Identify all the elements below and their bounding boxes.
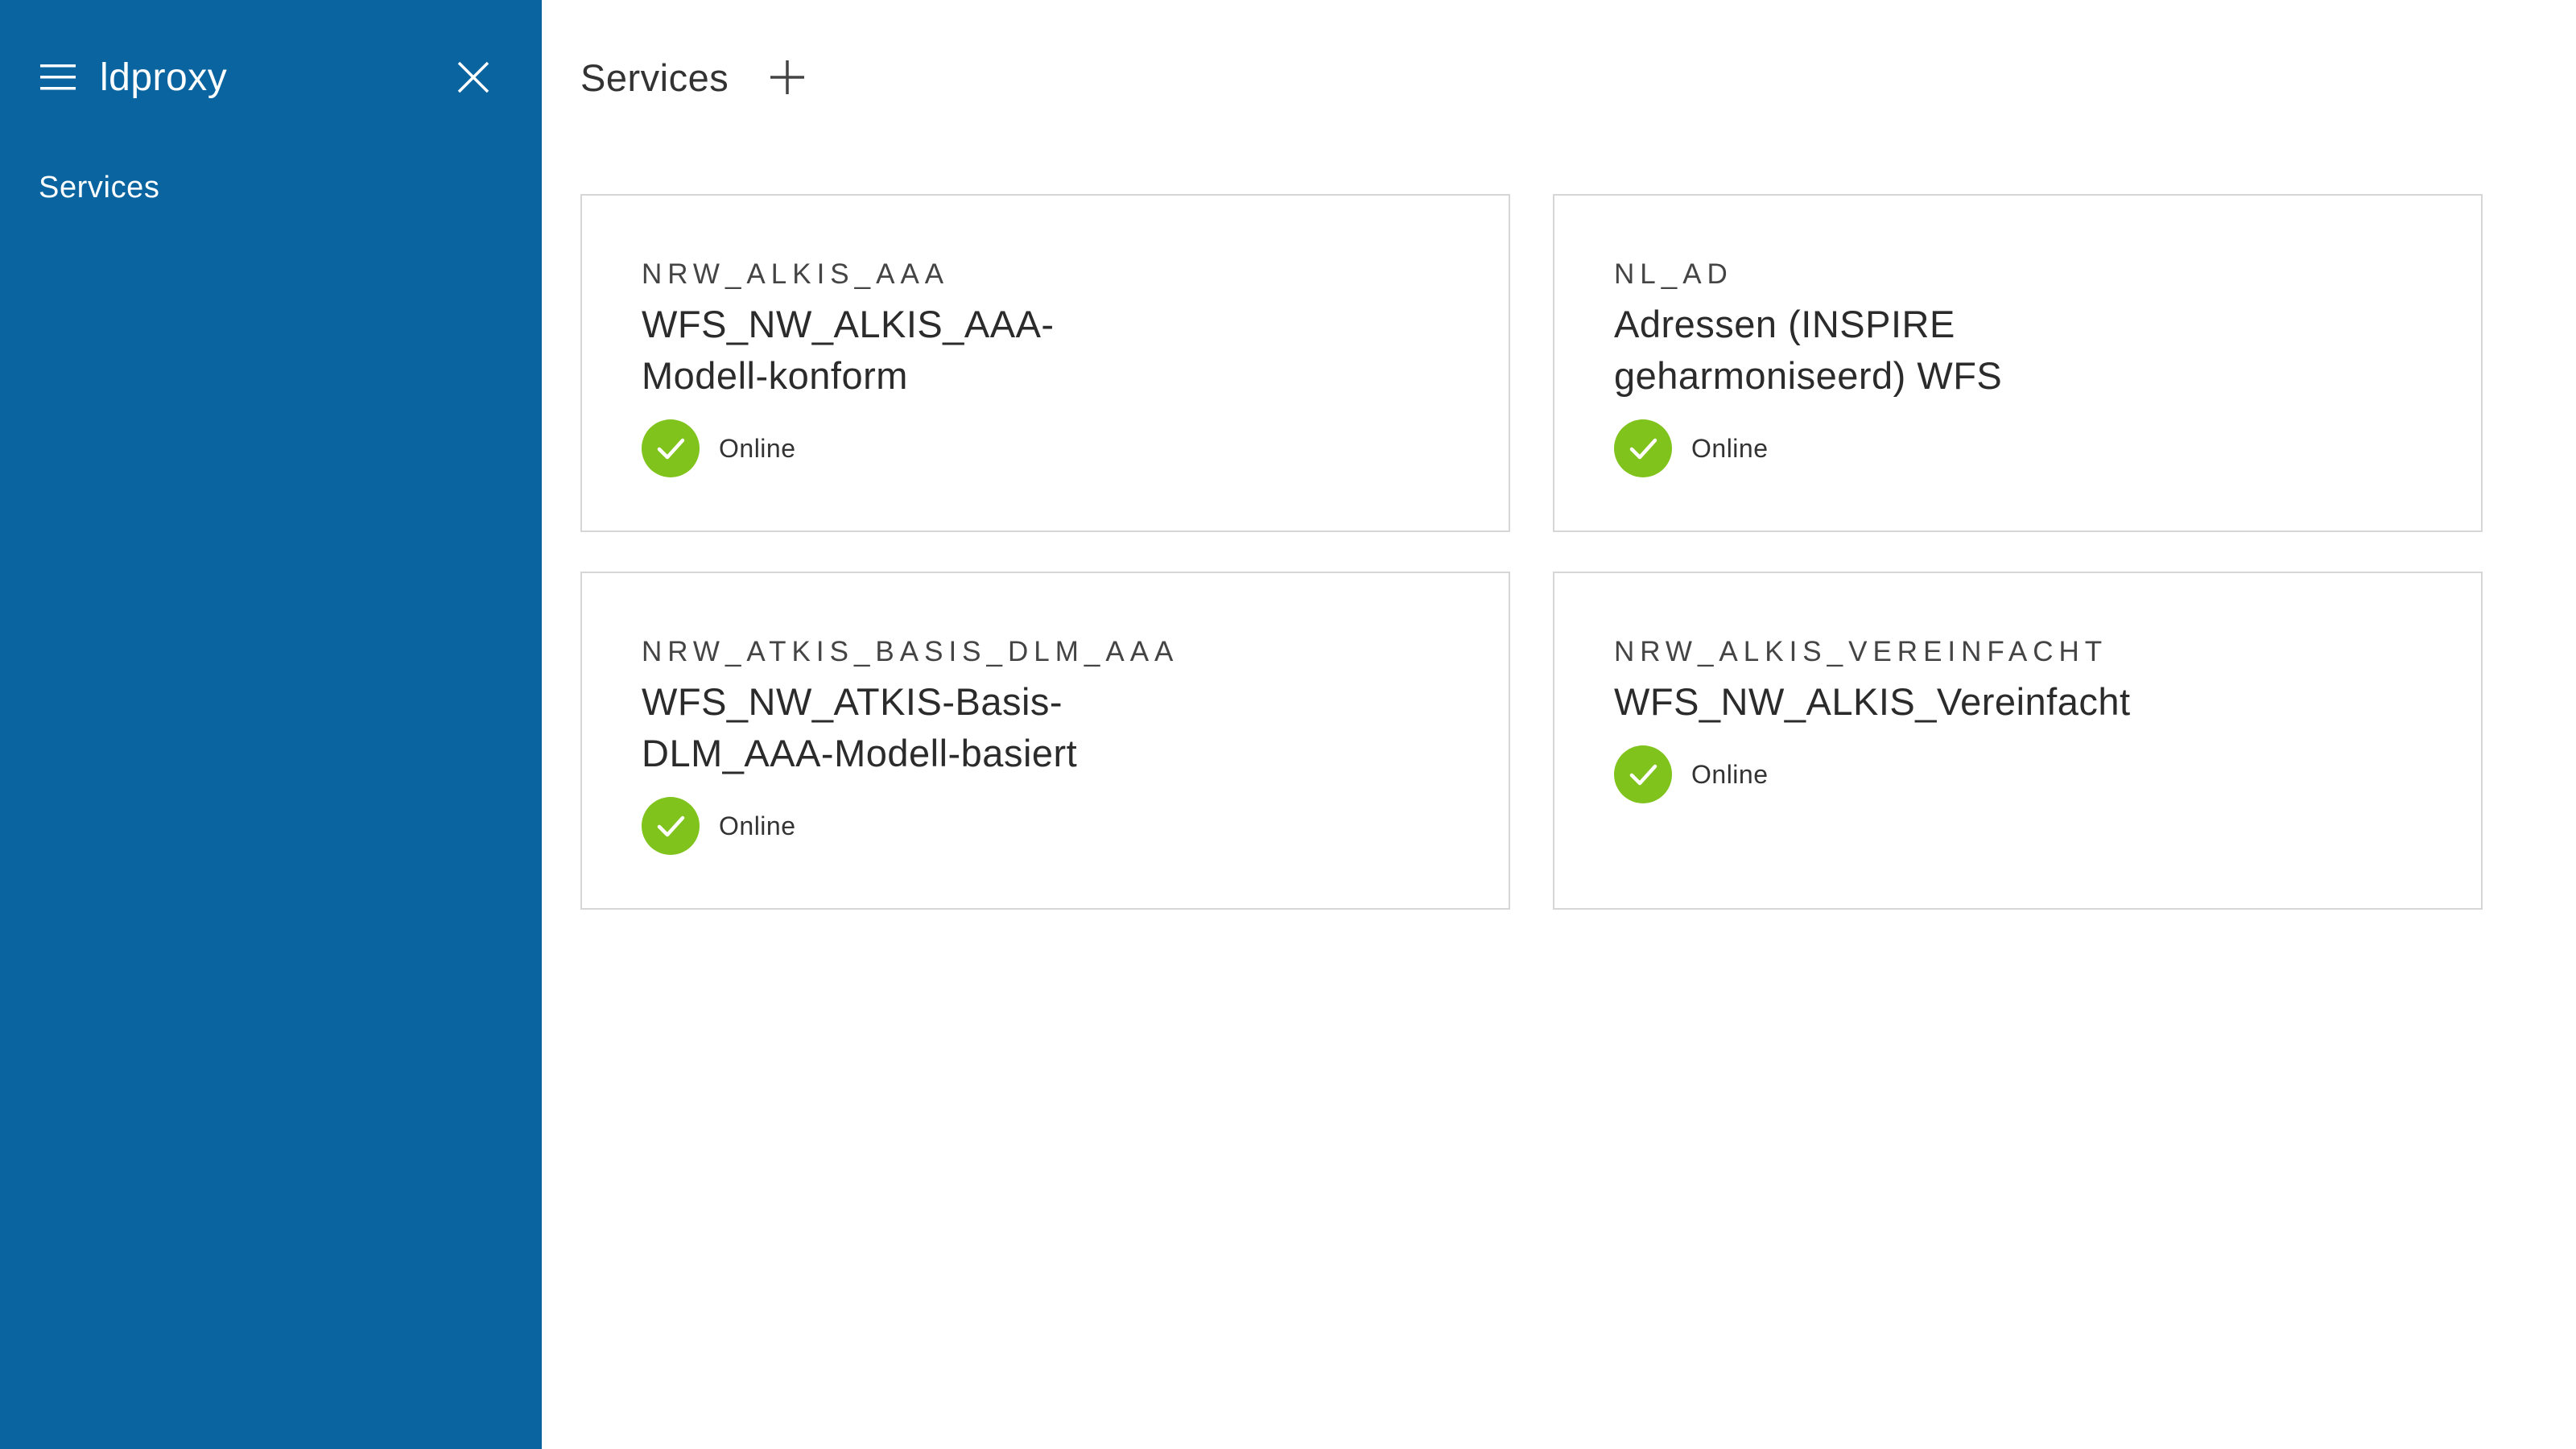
service-status: Online	[1614, 745, 2433, 803]
service-label: WFS_NW_ATKIS-Basis-DLM_AAA-Modell-basier…	[642, 680, 1078, 774]
add-service-button[interactable]	[767, 57, 807, 97]
service-card-body: NRW_ALKIS_AAA WFS_NW_ALKIS_AAA-Modell-ko…	[642, 257, 1460, 477]
service-label: WFS_NW_ALKIS_Vereinfacht	[1614, 680, 2131, 723]
plus-icon	[770, 60, 805, 94]
service-label: Adressen (INSPIRE geharmoniseerd) WFS	[1614, 303, 2003, 397]
service-card-body: NRW_ATKIS_BASIS_DLM_AAA WFS_NW_ATKIS-Bas…	[642, 634, 1460, 855]
status-label: Online	[719, 433, 796, 463]
service-status: Online	[642, 419, 1460, 477]
check-circle-icon	[642, 419, 700, 477]
service-label: WFS_NW_ALKIS_AAA-Modell-konform	[642, 303, 1055, 397]
sidebar-item-services[interactable]: Services	[39, 171, 160, 205]
sidebar: ldproxy Services	[0, 0, 542, 1449]
service-card[interactable]: NL_AD Adressen (INSPIRE geharmoniseerd) …	[1553, 194, 2483, 532]
app-brand: ldproxy	[100, 56, 228, 99]
check-circle-icon	[642, 797, 700, 855]
service-id: NRW_ALKIS_VEREINFACHT	[1614, 636, 2108, 667]
check-circle-icon	[1614, 745, 1672, 803]
app: ldproxy Services Services NRW_ALKIS_AAA …	[0, 0, 2576, 1449]
status-label: Online	[1691, 759, 1769, 789]
hamburger-menu-icon[interactable]	[40, 60, 76, 95]
main-header: Services	[580, 48, 807, 106]
close-icon[interactable]	[456, 60, 491, 95]
service-id: NL_AD	[1614, 258, 1733, 290]
service-card-body: NL_AD Adressen (INSPIRE geharmoniseerd) …	[1614, 257, 2433, 477]
sidebar-header: ldproxy	[40, 48, 491, 106]
service-card-body: NRW_ALKIS_VEREINFACHT WFS_NW_ALKIS_Verei…	[1614, 634, 2433, 803]
page-title: Services	[580, 56, 729, 99]
service-status: Online	[1614, 419, 2433, 477]
check-circle-icon	[1614, 419, 1672, 477]
service-card[interactable]: NRW_ATKIS_BASIS_DLM_AAA WFS_NW_ATKIS-Bas…	[580, 572, 1510, 910]
status-label: Online	[1691, 433, 1769, 463]
service-id: NRW_ALKIS_AAA	[642, 258, 950, 290]
service-card[interactable]: NRW_ALKIS_VEREINFACHT WFS_NW_ALKIS_Verei…	[1553, 572, 2483, 910]
service-card[interactable]: NRW_ALKIS_AAA WFS_NW_ALKIS_AAA-Modell-ko…	[580, 194, 1510, 532]
service-id: NRW_ATKIS_BASIS_DLM_AAA	[642, 636, 1179, 667]
status-label: Online	[719, 811, 796, 840]
service-status: Online	[642, 797, 1460, 855]
